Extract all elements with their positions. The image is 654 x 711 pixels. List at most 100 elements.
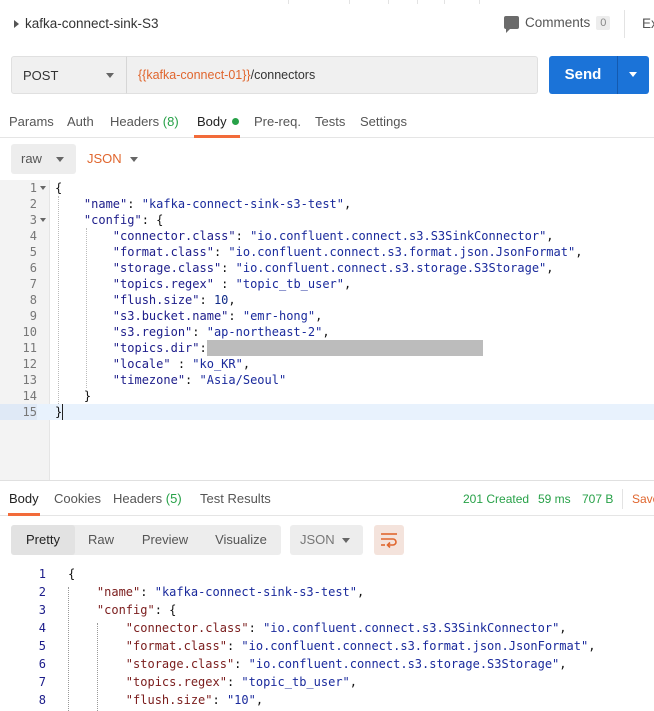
chevron-down-icon xyxy=(342,538,350,543)
tab-pre-request[interactable]: Pre-req. xyxy=(254,114,301,129)
code-punct: { xyxy=(55,181,63,195)
response-line: 2 "name": "kafka-connect-sink-s3-test", xyxy=(0,583,654,601)
response-tab-headers-label: Headers xyxy=(113,491,163,506)
line-number: 2 xyxy=(38,585,46,599)
wrap-lines-button[interactable] xyxy=(374,525,404,555)
line-number: 5 xyxy=(29,245,37,259)
line-number: 8 xyxy=(29,293,37,307)
tab-strip-edge xyxy=(0,0,654,4)
wrap-lines-icon xyxy=(381,533,397,548)
json-key: "storage.class" xyxy=(125,657,235,671)
code-line: 4 "connector.class": "io.confluent.conne… xyxy=(0,228,654,244)
code-punct: , xyxy=(242,357,251,371)
json-key: "locale" xyxy=(112,357,171,371)
fold-caret-icon[interactable] xyxy=(40,218,46,222)
line-number: 7 xyxy=(29,277,37,291)
view-pretty[interactable]: Pretty xyxy=(11,525,75,555)
code-punct: , xyxy=(228,293,236,307)
json-key: "connector.class" xyxy=(112,229,236,243)
tab-tests[interactable]: Tests xyxy=(315,114,345,129)
tab-params[interactable]: Params xyxy=(9,114,54,129)
url-input[interactable]: {{kafka-connect-01}}/connectors xyxy=(126,56,538,94)
view-visualize[interactable]: Visualize xyxy=(203,525,279,555)
json-separator: : xyxy=(199,341,207,355)
response-view-switcher: Pretty Raw Preview Visualize xyxy=(11,525,281,555)
code-punct: , xyxy=(315,309,323,323)
tab-auth-label: Auth xyxy=(67,114,94,129)
text-cursor xyxy=(62,404,63,420)
request-title[interactable]: kafka-connect-sink-S3 xyxy=(14,16,159,31)
request-tabs: Params Auth Headers (8) Body Pre-req. Te… xyxy=(0,104,654,138)
tab-headers[interactable]: Headers (8) xyxy=(110,114,179,129)
json-value: "Asia/Seoul" xyxy=(199,373,287,387)
comments-button[interactable]: Comments 0 xyxy=(504,15,611,33)
code-punct: } xyxy=(83,389,92,403)
tab-settings-label: Settings xyxy=(360,114,407,129)
json-value: "topic_tb_user" xyxy=(241,675,350,689)
line-number: 2 xyxy=(29,197,37,211)
response-format-select[interactable]: JSON xyxy=(290,525,363,555)
line-number: 11 xyxy=(22,341,37,355)
json-value: "kafka-connect-sink-s3-test" xyxy=(141,197,345,211)
code-line: 14 } xyxy=(0,388,654,404)
response-size[interactable]: 707 B xyxy=(582,492,613,506)
json-key: "s3.region" xyxy=(112,325,193,339)
json-key: "config" xyxy=(83,213,142,227)
response-time[interactable]: 59 ms xyxy=(538,492,571,506)
json-separator: : xyxy=(141,213,157,227)
code-line: 13 "timezone": "Asia/Seoul" xyxy=(0,372,654,388)
json-value: "io.confluent.connect.s3.S3SinkConnector… xyxy=(250,229,547,243)
json-key: "timezone" xyxy=(112,373,186,387)
line-number: 9 xyxy=(29,309,37,323)
json-key: "config" xyxy=(96,603,155,617)
response-tab-headers[interactable]: Headers (5) xyxy=(113,491,182,506)
line-number: 10 xyxy=(22,325,37,339)
response-tab-cookies[interactable]: Cookies xyxy=(54,491,101,506)
line-number: 6 xyxy=(38,657,46,671)
send-button[interactable]: Send xyxy=(549,56,617,94)
code-text: "topics.regex": "topic_tb_user", xyxy=(125,675,358,689)
json-value: "io.confluent.connect.s3.storage.S3Stora… xyxy=(248,657,560,671)
json-value: "io.confluent.connect.s3.S3SinkConnector… xyxy=(263,621,560,635)
chevron-down-icon xyxy=(106,73,114,78)
tab-body-label: Body xyxy=(197,114,227,129)
tab-auth[interactable]: Auth xyxy=(67,114,94,129)
json-value: 10 xyxy=(213,293,229,307)
code-line: 1{ xyxy=(0,180,654,196)
tab-pre-request-label: Pre-req. xyxy=(254,114,301,129)
chevron-down-icon[interactable] xyxy=(130,157,138,162)
body-mode-value: raw xyxy=(21,151,42,166)
view-preview[interactable]: Preview xyxy=(127,525,203,555)
code-punct: , xyxy=(559,621,567,635)
response-tab-test-results-label: Test Results xyxy=(200,491,271,506)
json-key: "flush.size" xyxy=(112,293,200,307)
line-number: 3 xyxy=(38,603,46,617)
status-badge[interactable]: 201 Created xyxy=(463,492,529,506)
json-separator: : xyxy=(127,197,142,211)
examples-button[interactable]: Ex xyxy=(642,16,654,31)
json-key: "flush.size" xyxy=(125,693,213,707)
line-number: 1 xyxy=(29,181,37,195)
send-options-button[interactable] xyxy=(617,56,649,94)
request-header: kafka-connect-sink-S3 Comments 0 Ex xyxy=(0,0,654,48)
response-tab-body[interactable]: Body xyxy=(9,491,39,506)
view-raw[interactable]: Raw xyxy=(75,525,127,555)
expand-caret-icon[interactable] xyxy=(14,19,19,28)
tab-body[interactable]: Body xyxy=(197,114,239,129)
tab-settings[interactable]: Settings xyxy=(360,114,407,129)
request-body-editor[interactable]: 1{2 "name": "kafka-connect-sink-s3-test"… xyxy=(0,180,654,480)
code-punct: { xyxy=(156,213,164,227)
body-language-select[interactable]: JSON xyxy=(87,151,122,166)
body-mode-select[interactable]: raw xyxy=(11,144,76,174)
code-text: "flush.size": "10", xyxy=(125,693,264,707)
code-text: "flush.size": 10, xyxy=(55,292,236,308)
response-tab-test-results[interactable]: Test Results xyxy=(200,491,271,506)
code-text: "s3.region": "ap-northeast-2", xyxy=(55,324,330,340)
json-separator: : xyxy=(199,293,214,307)
method-select[interactable]: POST xyxy=(11,56,127,94)
save-response-button[interactable]: Save xyxy=(632,492,654,506)
line-number: 14 xyxy=(22,389,37,403)
fold-caret-icon[interactable] xyxy=(40,186,46,190)
line-number: 15 xyxy=(0,404,37,420)
json-separator: : xyxy=(185,373,200,387)
